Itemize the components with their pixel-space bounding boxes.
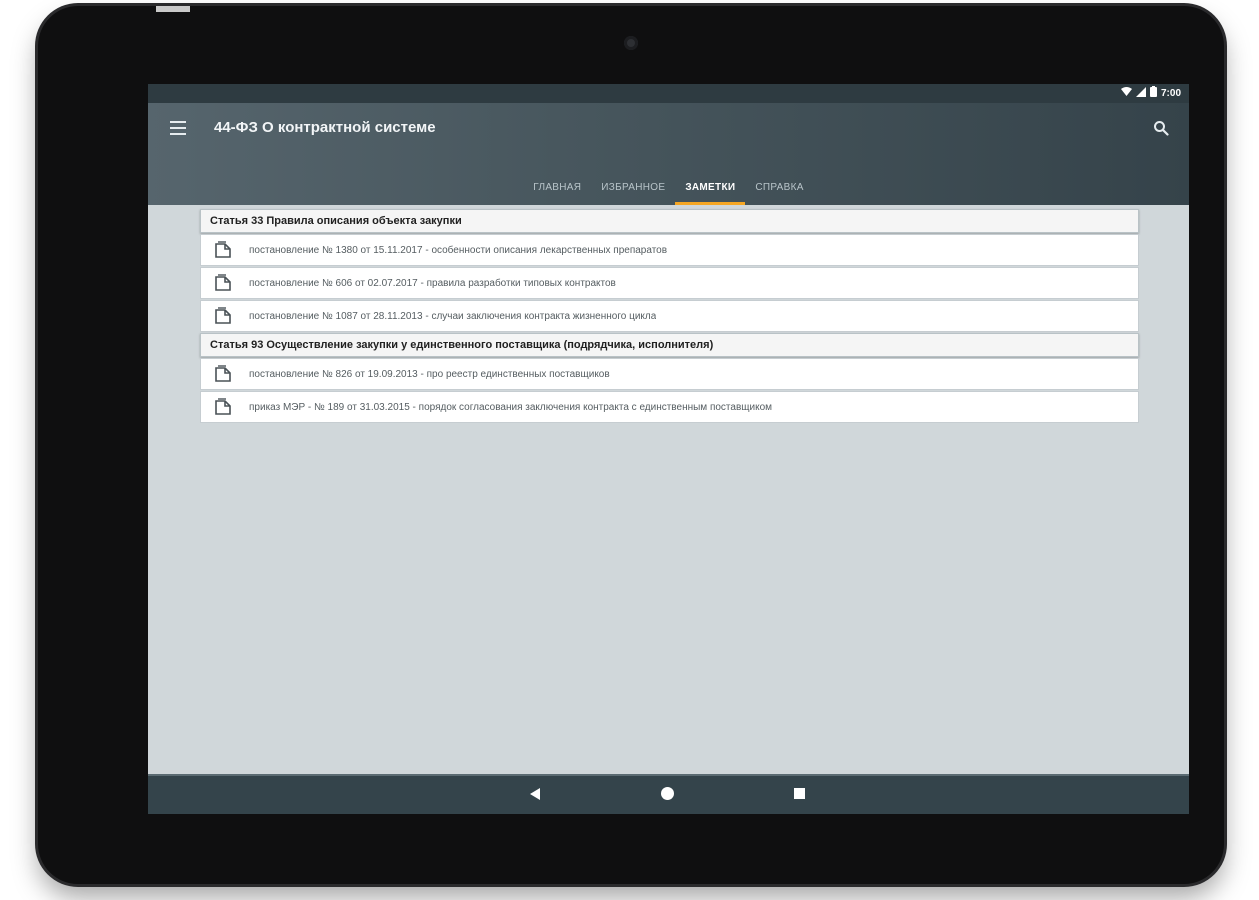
note-item[interactable]: постановление № 826 от 19.09.2013 - про … — [200, 358, 1139, 390]
note-text: постановление № 826 от 19.09.2013 - про … — [249, 368, 610, 380]
tab-favorites[interactable]: ИЗБРАННОЕ — [591, 169, 675, 205]
camera-icon — [624, 36, 638, 50]
navigation-bar — [148, 774, 1189, 814]
screen: 7:00 44-ФЗ О контрактной системе ГЛАВНАЯ… — [148, 84, 1189, 814]
app-bar: 44-ФЗ О контрактной системе ГЛАВНАЯ ИЗБР… — [148, 103, 1189, 205]
tab-notes[interactable]: ЗАМЕТКИ — [675, 169, 746, 205]
back-icon[interactable] — [530, 788, 540, 800]
wifi-icon — [1120, 86, 1132, 100]
note-icon — [214, 274, 232, 292]
battery-icon — [1149, 86, 1157, 100]
note-item[interactable]: постановление № 1087 от 28.11.2013 - слу… — [200, 300, 1139, 332]
section-header: Статья 93 Осуществление закупки у единст… — [200, 333, 1139, 357]
note-text: постановление № 1380 от 15.11.2017 - осо… — [249, 244, 668, 256]
note-item[interactable]: постановление № 1380 от 15.11.2017 - осо… — [200, 234, 1139, 266]
note-icon — [214, 241, 232, 259]
app-title: 44-ФЗ О контрактной системе — [214, 119, 436, 136]
note-item[interactable]: постановление № 606 от 02.07.2017 - прав… — [200, 267, 1139, 299]
search-icon[interactable] — [1153, 120, 1169, 136]
status-time: 7:00 — [1160, 87, 1181, 99]
note-text: приказ МЭР - № 189 от 31.03.2015 - поряд… — [249, 401, 773, 413]
home-icon[interactable] — [661, 787, 674, 800]
signal-icon — [1135, 86, 1146, 100]
note-item[interactable]: приказ МЭР - № 189 от 31.03.2015 - поряд… — [200, 391, 1139, 423]
tab-help[interactable]: СПРАВКА — [745, 169, 813, 205]
note-icon — [214, 365, 232, 383]
tablet-frame: 7:00 44-ФЗ О контрактной системе ГЛАВНАЯ… — [38, 6, 1224, 884]
section-header: Статья 33 Правила описания объекта закуп… — [200, 209, 1139, 233]
note-icon — [214, 398, 232, 416]
status-bar: 7:00 — [148, 84, 1189, 103]
tab-main[interactable]: ГЛАВНАЯ — [523, 169, 591, 205]
notes-list: Статья 33 Правила описания объекта закуп… — [200, 209, 1139, 424]
note-text: постановление № 606 от 02.07.2017 - прав… — [249, 277, 616, 289]
recents-icon[interactable] — [794, 788, 805, 799]
menu-icon[interactable] — [170, 121, 186, 135]
note-icon — [214, 307, 232, 325]
tab-bar: ГЛАВНАЯ ИЗБРАННОЕ ЗАМЕТКИ СПРАВКА — [148, 169, 1189, 205]
tablet-top-button — [156, 6, 190, 12]
note-text: постановление № 1087 от 28.11.2013 - слу… — [249, 310, 657, 322]
